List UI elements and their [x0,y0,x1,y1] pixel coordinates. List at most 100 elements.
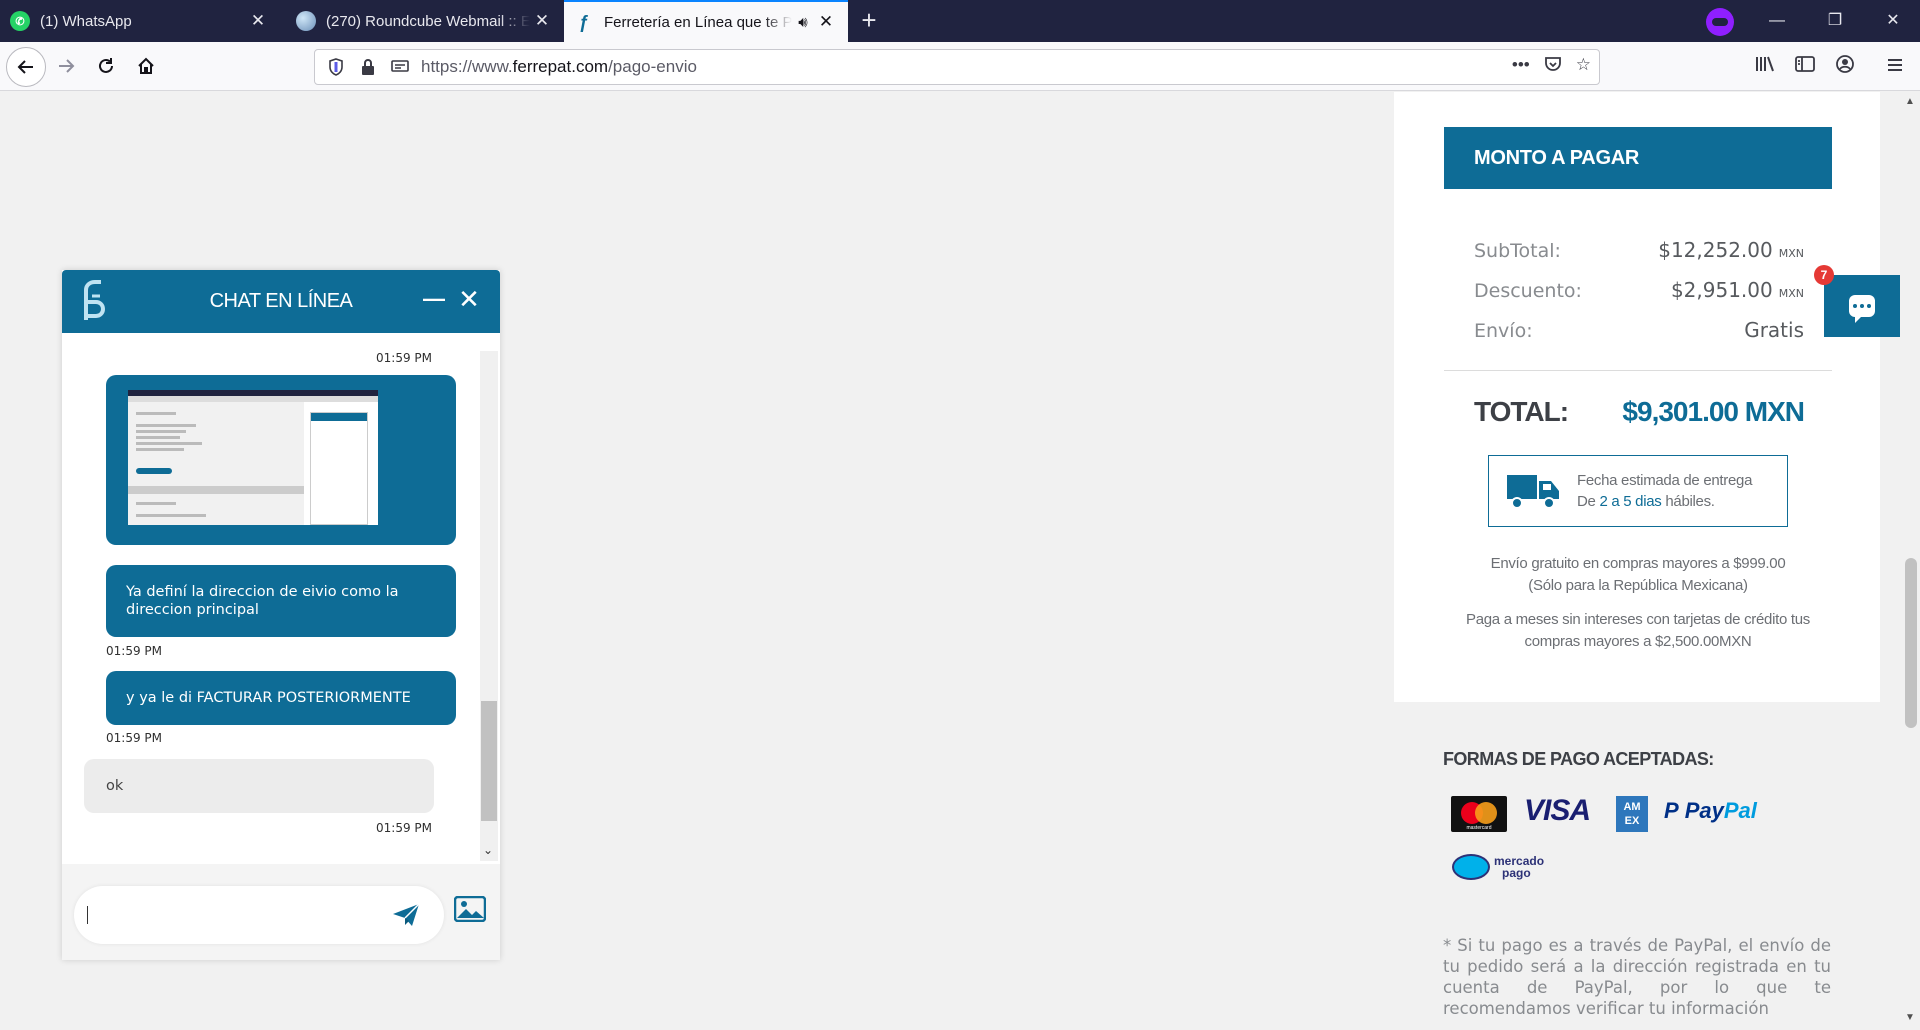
summary-header: MONTO A PAGAR [1444,127,1832,189]
scroll-up-icon[interactable]: ▲ [1904,96,1916,108]
page-scrollbar[interactable]: ▲ ▼ [1900,92,1920,1030]
subtotal-currency: MXN [1778,247,1804,260]
chat-message-input[interactable] [74,886,444,944]
tab-bar: ✆ (1) WhatsApp ✕ (270) Roundcube Webmail… [0,0,1920,42]
close-window-button[interactable]: ✕ [1870,0,1916,42]
free-shipping-line2: (Sólo para la República Mexicana) [1528,577,1748,594]
scroll-down-icon[interactable]: ▼ [1904,1012,1916,1024]
minimize-window-button[interactable]: — [1754,0,1800,42]
attach-image-icon[interactable] [454,896,486,922]
home-button[interactable] [128,48,164,84]
library-icon[interactable] [1752,54,1778,80]
url-prefix: https://www. [421,57,513,76]
image-message[interactable] [106,375,456,545]
tracking-protection-icon[interactable] [325,56,347,78]
free-shipping-line1: Envío gratuito en compras mayores a $999… [1490,555,1786,572]
chat-launcher-button[interactable]: 7 [1814,265,1900,337]
back-arrow-icon [17,60,33,74]
visa-logo: VISA [1524,794,1591,827]
payment-summary-card: MONTO A PAGAR SubTotal: $12,252.00 MXN De… [1394,92,1880,702]
url-host: ferrepat.com [512,57,609,76]
paypal-note: * Si tu pago es a través de PayPal, el e… [1443,936,1831,1018]
whatsapp-icon: ✆ [10,11,30,31]
account-icon[interactable] [1832,54,1858,80]
permissions-icon[interactable] [389,56,411,78]
chevron-down-icon[interactable]: ⌄ [483,843,493,857]
page-actions-icon[interactable]: ••• [1512,55,1530,78]
minimize-chat-button[interactable]: — [422,288,446,312]
delivery-line2: De 2 a 5 dias hábiles. [1577,491,1752,512]
outgoing-message: Ya definí la direccion de eivio como la … [106,565,456,637]
paypal-text-b: Pal [1723,798,1757,823]
close-chat-button[interactable]: ✕ [456,286,482,312]
message-text: y ya le di FACTURAR POSTERIORMENTE [126,690,411,706]
bookmark-star-icon[interactable]: ☆ [1576,55,1591,78]
free-shipping-note: Envío gratuito en compras mayores a $999… [1444,553,1832,597]
url-path: /pago-envio [608,57,697,76]
notification-badge: 7 [1814,265,1834,285]
url-bar[interactable]: https://www.ferrepat.com/pago-envio ••• … [314,49,1600,85]
mercadopago-line2: pago [1502,866,1531,880]
truck-icon [1507,475,1559,509]
lock-icon[interactable] [357,56,379,78]
paypal-logo: P PayPal [1664,798,1757,824]
payment-methods-title: FORMAS DE PAGO ACEPTADAS: [1443,749,1714,769]
text-cursor [87,906,88,924]
close-tab-icon[interactable]: ✕ [814,12,838,32]
menu-icon[interactable] [1882,54,1908,80]
installments-line1: Paga a meses sin intereses con tarjetas … [1466,611,1810,628]
subtotal-row: SubTotal: $12,252.00 MXN [1474,238,1804,262]
mastercard-label: mastercard [1466,825,1492,831]
delivery-text: Fecha estimada de entrega De 2 a 5 dias … [1577,470,1752,512]
restore-window-button[interactable]: ❐ [1812,0,1858,42]
discount-currency: MXN [1778,287,1804,300]
installments-note: Paga a meses sin intereses con tarjetas … [1444,609,1832,653]
tab-title: Ferretería en Línea que te Pr [604,13,792,31]
reload-icon [99,58,113,73]
handshake-icon [1452,854,1490,880]
outgoing-message: y ya le di FACTURAR POSTERIORMENTE [106,671,456,725]
discount-value: $2,951.00 [1670,278,1773,302]
discount-row: Descuento: $2,951.00 MXN [1474,278,1804,302]
paypal-text-a: Pay [1684,798,1724,823]
home-icon [138,57,154,74]
chat-scrollbar[interactable]: ⌄ [480,351,498,861]
navigation-bar: https://www.ferrepat.com/pago-envio ••• … [0,42,1920,91]
chat-header: CHAT EN LÍNEA — ✕ [62,270,500,333]
mercadopago-text: mercado pago [1494,855,1544,879]
tab-whatsapp[interactable]: ✆ (1) WhatsApp ✕ [0,0,280,42]
pocket-icon[interactable] [1544,55,1562,78]
close-tab-icon[interactable]: ✕ [246,11,270,31]
speaker-icon[interactable]: 🔊︎ [792,14,814,31]
forward-button[interactable] [48,48,84,84]
close-tab-icon[interactable]: ✕ [530,11,554,31]
sidebar-icon[interactable] [1792,54,1818,80]
send-icon[interactable] [392,903,420,927]
tab-ferrepat[interactable]: ƒ Ferretería en Línea que te Pr 🔊︎ ✕ [564,0,848,42]
mastercard-logo: mastercard [1451,796,1507,832]
chat-widget: CHAT EN LÍNEA — ✕ 01:59 PM Ya definí la … [62,270,500,960]
delivery-prefix: De [1577,493,1600,510]
amex-line1: AM [1623,801,1641,813]
message-time: 01:59 PM [376,351,432,365]
delivery-estimate-box: Fecha estimada de entrega De 2 a 5 dias … [1488,455,1788,527]
url-text[interactable]: https://www.ferrepat.com/pago-envio [421,57,697,77]
installments-line2: compras mayores a $2,500.00MXN [1524,633,1752,650]
chat-messages: 01:59 PM Ya definí la direccion de eivio… [62,333,500,864]
discount-label: Descuento: [1474,280,1582,302]
screenshot-thumbnail[interactable] [128,390,378,525]
shipping-row: Envío: Gratis [1474,318,1804,342]
chat-scrollbar-thumb[interactable] [481,701,497,821]
reload-button[interactable] [88,48,124,84]
mercadopago-logo: mercado pago [1452,854,1544,880]
message-time: 01:59 PM [106,731,162,745]
chat-footer [62,864,500,960]
amex-line2: EX [1624,815,1640,827]
page-scrollbar-thumb[interactable] [1905,558,1917,728]
tab-title: (1) WhatsApp [40,12,132,30]
tab-roundcube[interactable]: (270) Roundcube Webmail :: Env ✕ [286,0,564,42]
message-time: 01:59 PM [106,644,162,658]
forward-arrow-icon [59,59,75,73]
new-tab-button[interactable]: + [852,0,886,42]
back-button[interactable] [6,47,46,87]
